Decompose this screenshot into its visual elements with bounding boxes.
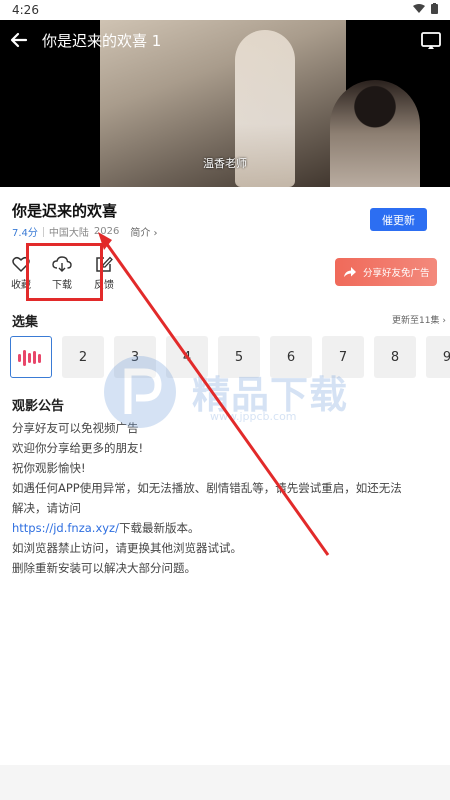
drama-year: 2026 [93, 226, 120, 237]
notice-line: 如遇任何APP使用异常，如无法播放、剧情错乱等，请先尝试重启，如还无法 [12, 481, 402, 495]
notice-link-line: https://jd.fnza.xyz/下载最新版本。 [12, 518, 442, 538]
notice-line: 分享好友可以免视频广告 [12, 421, 139, 435]
drama-title: 你是迟来的欢喜 [12, 202, 118, 220]
episode-item[interactable]: 4 [166, 336, 208, 378]
notice-line: 欢迎你分享给更多的朋友! [12, 441, 144, 455]
drama-info: 你是迟来的欢喜 [12, 200, 117, 221]
share-button[interactable]: 分享好友免广告 [335, 258, 437, 286]
notice-heading: 观影公告 [12, 399, 65, 414]
notice-line: 如浏览器禁止访问，请更换其他浏览器试试。 [12, 541, 242, 555]
status-bar: 4:26 [0, 0, 450, 20]
episode-item[interactable]: 5 [218, 336, 260, 378]
episodes-more-link[interactable]: 更新至11集 › [392, 313, 446, 326]
episode-list: 2 3 4 5 6 7 8 9 [10, 336, 450, 378]
playing-bars-icon [18, 350, 41, 366]
meta-divider [42, 226, 44, 237]
status-time: 4:26 [12, 3, 39, 17]
episodes-heading: 选集 [12, 315, 39, 330]
cast-icon[interactable] [420, 29, 442, 51]
wifi-icon [413, 3, 425, 13]
episode-current[interactable] [10, 336, 52, 378]
notice-line: 解决，请访问 [12, 501, 81, 515]
episode-item[interactable]: 7 [322, 336, 364, 378]
video-player[interactable]: 你是迟来的欢喜 1 温香老师 [0, 20, 450, 187]
notice-line: 祝你观影愉快! [12, 461, 86, 475]
bottom-bar [0, 765, 450, 800]
episode-item[interactable]: 2 [62, 336, 104, 378]
download-site-link[interactable]: https://jd.fnza.xyz/ [12, 521, 119, 535]
back-arrow-icon[interactable] [8, 29, 30, 51]
annotation-highlight-box [26, 243, 103, 301]
episode-item[interactable]: 3 [114, 336, 156, 378]
episode-item[interactable]: 9 [426, 336, 450, 378]
drama-region: 中国大陆 [48, 228, 89, 239]
status-icons [413, 3, 438, 14]
notice-line: 下载最新版本。 [118, 521, 200, 535]
drama-meta: 7.4分 中国大陆 2026 简介 › [12, 224, 158, 239]
urge-update-button[interactable]: 催更新 [370, 208, 427, 231]
intro-link[interactable]: 简介 › [130, 224, 157, 239]
episode-item[interactable]: 8 [374, 336, 416, 378]
battery-icon [431, 3, 438, 14]
share-label: 分享好友免广告 [363, 268, 430, 279]
notice-line: 删除重新安装可以解决大部分问题。 [12, 561, 196, 575]
episode-item[interactable]: 6 [270, 336, 312, 378]
drama-score: 7.4分 [12, 228, 38, 239]
video-subtitle: 温香老师 [203, 157, 247, 170]
player-title: 你是迟来的欢喜 1 [42, 32, 162, 50]
share-arrow-icon [344, 267, 356, 277]
notice-body: 分享好友可以免视频广告 欢迎你分享给更多的朋友! 祝你观影愉快! 如遇任何APP… [12, 418, 442, 578]
